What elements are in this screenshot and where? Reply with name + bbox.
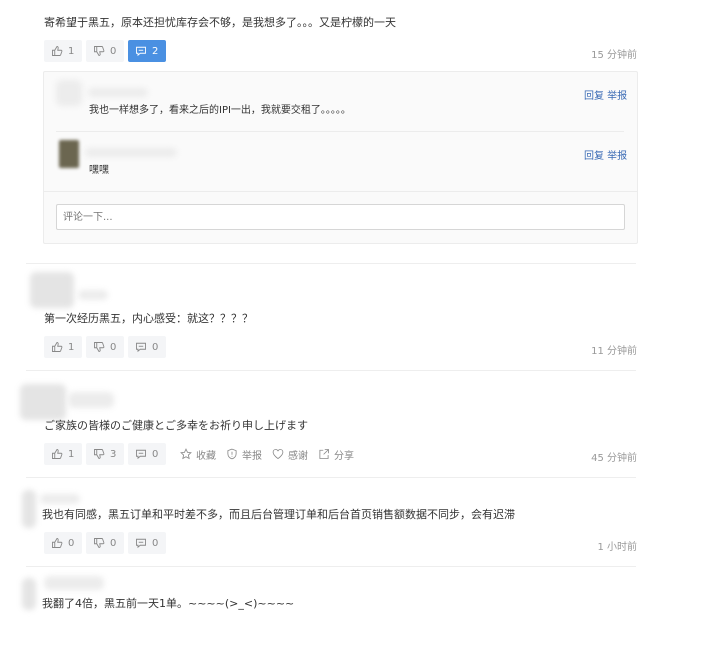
thumbs-down-icon	[94, 538, 105, 548]
avatar	[22, 490, 36, 528]
share-label: 分享	[334, 450, 354, 462]
comment-text: 我也有同感，黑五订单和平时差不多，而且后台管理订单和后台首页销售额数据不同步，会…	[42, 508, 515, 521]
username	[88, 88, 148, 97]
divider	[56, 131, 624, 132]
thanks-button[interactable]: 感谢	[272, 447, 308, 462]
reply-report-links[interactable]: 回复 举报	[584, 87, 627, 102]
divider	[44, 191, 638, 192]
username	[44, 576, 104, 590]
comment-text: 寄希望于黑五，原本还担忧库存会不够，是我想多了。。。又是柠檬的一天	[44, 16, 396, 29]
thumbs-down-icon	[94, 342, 105, 352]
avatar	[22, 578, 36, 610]
thumbs-down-icon	[94, 449, 105, 459]
share-icon	[319, 449, 329, 459]
username	[68, 392, 114, 408]
like-button[interactable]: 1	[44, 336, 82, 358]
timestamp: 45 分钟前	[591, 453, 637, 464]
dislike-count: 0	[110, 341, 117, 353]
comment-icon	[136, 538, 146, 549]
reply-count: 0	[152, 448, 159, 460]
username	[40, 494, 80, 504]
reply-count: 0	[152, 341, 159, 353]
report-label: 举报	[242, 450, 262, 462]
divider	[26, 477, 636, 478]
like-button[interactable]: 1	[44, 443, 82, 465]
divider	[26, 263, 636, 264]
avatar	[59, 140, 79, 168]
avatar	[20, 384, 66, 420]
reply-toggle-button[interactable]: 0	[128, 443, 166, 465]
timestamp: 11 分钟前	[591, 346, 637, 357]
dislike-button[interactable]: 0	[86, 532, 124, 554]
collect-label: 收藏	[196, 450, 216, 462]
report-button[interactable]: 举报	[226, 447, 262, 462]
like-button[interactable]: 0	[44, 532, 82, 554]
thumbs-down-icon	[94, 46, 105, 56]
comment-input[interactable]	[56, 204, 625, 230]
comment-text: 第一次经历黑五，内心感受：就这？？？？	[44, 312, 253, 325]
reply-toggle-button[interactable]: 2	[128, 40, 166, 62]
thumbs-up-icon	[52, 342, 63, 352]
avatar	[56, 80, 82, 106]
collect-button[interactable]: 收藏	[180, 447, 216, 462]
reply-text: 我也一样想多了，看来之后的IPI一出，我就要交租了。。。。。	[89, 105, 351, 116]
timestamp: 1 小时前	[597, 542, 637, 553]
reply-count: 0	[152, 537, 159, 549]
reply-text: 嘿嘿	[89, 165, 109, 176]
like-count: 1	[68, 45, 75, 57]
username	[85, 148, 177, 157]
comment-text: 我翻了4倍，黑五前一天1单。~~~~(>_<)~~~~	[42, 597, 295, 610]
comment-icon	[136, 46, 146, 57]
divider	[26, 370, 636, 371]
dislike-count: 3	[110, 448, 117, 460]
shield-icon	[227, 448, 237, 460]
dislike-button[interactable]: 0	[86, 40, 124, 62]
heart-icon	[272, 449, 284, 459]
like-count: 1	[68, 341, 75, 353]
share-button[interactable]: 分享	[318, 447, 354, 462]
comment-icon	[136, 342, 146, 353]
username	[78, 290, 108, 300]
dislike-button[interactable]: 0	[86, 336, 124, 358]
like-count: 0	[68, 537, 75, 549]
dislike-button[interactable]: 3	[86, 443, 124, 465]
thumbs-up-icon	[52, 538, 63, 548]
divider	[26, 566, 636, 567]
dislike-count: 0	[110, 537, 117, 549]
avatar	[30, 272, 74, 308]
thanks-label: 感谢	[288, 450, 308, 462]
star-icon	[180, 448, 192, 460]
reply-toggle-button[interactable]: 0	[128, 532, 166, 554]
thumbs-up-icon	[52, 46, 63, 56]
thumbs-up-icon	[52, 449, 63, 459]
comment-icon	[136, 449, 146, 460]
timestamp: 15 分钟前	[591, 50, 637, 61]
dislike-count: 0	[110, 45, 117, 57]
reply-count: 2	[152, 45, 159, 57]
reply-report-links[interactable]: 回复 举报	[584, 147, 627, 162]
like-count: 1	[68, 448, 75, 460]
like-button[interactable]: 1	[44, 40, 82, 62]
reply-toggle-button[interactable]: 0	[128, 336, 166, 358]
comment-text: ご家族の皆様のご健康とご多幸をお祈り申し上げます	[44, 419, 308, 432]
